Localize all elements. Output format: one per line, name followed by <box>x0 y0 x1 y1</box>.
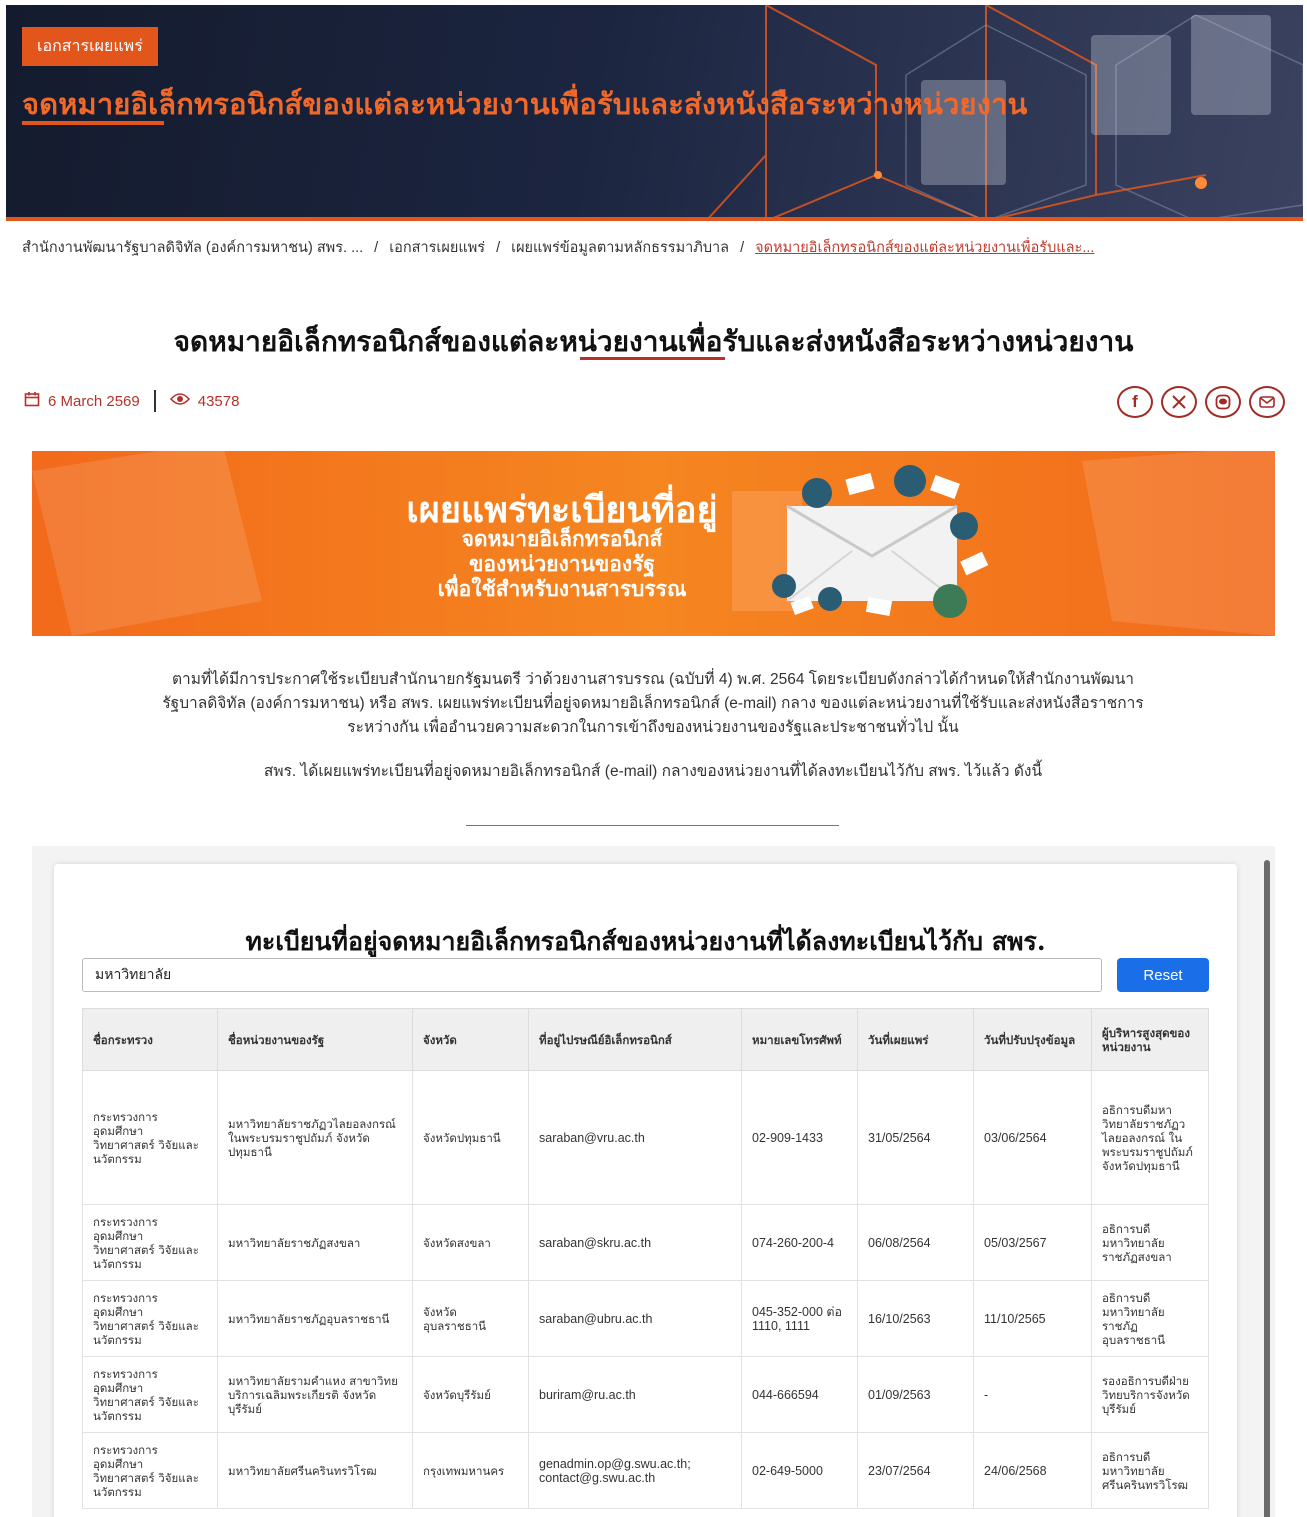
intro-line-2: รัฐบาลดิจิทัล (องค์การมหาชน) หรือ สพร. เ… <box>162 695 1144 712</box>
col-updated-date[interactable]: วันที่ปรับปรุงข้อมูล <box>973 1008 1092 1071</box>
article-meta: 6 March 2569 43578 <box>24 390 239 412</box>
cell-ministry: กระทรวงการอุดมศึกษา วิทยาศาสตร์ วิจัยและ… <box>82 1204 218 1281</box>
cell-ministry: กระทรวงการอุดมศึกษา วิทยาศาสตร์ วิจัยและ… <box>82 1280 218 1357</box>
hero-underline <box>22 121 164 125</box>
cell-publish-date: 01/09/2563 <box>857 1356 974 1433</box>
reset-button[interactable]: Reset <box>1117 958 1209 992</box>
col-executive[interactable]: ผู้บริหารสูงสุดของหน่วยงาน <box>1091 1008 1209 1071</box>
cell-phone: 02-649-5000 <box>741 1432 858 1509</box>
registry-table: ชื่อกระทรวง ชื่อหน่วยงานของรัฐ จังหวัด ท… <box>82 1008 1209 1509</box>
cell-updated-date: 05/03/2567 <box>973 1204 1092 1281</box>
cell-phone: 02-909-1433 <box>741 1070 858 1205</box>
cell-email[interactable]: buriram@ru.ac.th <box>528 1356 742 1433</box>
cell-agency: มหาวิทยาลัยราชภัฏอุบลราชธานี <box>217 1280 413 1357</box>
eye-icon <box>169 392 190 410</box>
category-tag[interactable]: เอกสารเผยแพร่ <box>22 27 158 66</box>
breadcrumb: สำนักงานพัฒนารัฐบาลดิจิทัล (องค์การมหาชน… <box>22 238 1282 258</box>
cell-phone: 044-666594 <box>741 1356 858 1433</box>
cell-executive: อธิการบดีมหาวิทยาลัยราชภัฏอุบลราชธานี <box>1091 1280 1209 1357</box>
table-row: กระทรวงการอุดมศึกษา วิทยาศาสตร์ วิจัยและ… <box>82 1432 1209 1509</box>
breadcrumb-separator: / <box>374 240 379 256</box>
cell-executive: อธิการบดีมหาวิทยาลัยราชภัฏวไลยอลงกรณ์ ใน… <box>1091 1070 1209 1205</box>
search-input[interactable] <box>82 958 1102 992</box>
cell-email[interactable]: genadmin.op@g.swu.ac.th; contact@g.swu.a… <box>528 1432 742 1509</box>
facebook-share-button[interactable]: f <box>1117 386 1153 418</box>
registry-title: ทะเบียนที่อยู่จดหมายอิเล็กทรอนิกส์ของหน่… <box>245 927 1046 956</box>
title-underline <box>580 357 725 360</box>
hero-banner: เอกสารเผยแพร่ จดหมายอิเล็กทรอนิกส์ของแต่… <box>6 5 1303 221</box>
breadcrumb-item-home[interactable]: สำนักงานพัฒนารัฐบาลดิจิทัล (องค์การมหาชน… <box>22 240 363 256</box>
intro-line-3: ระหว่างกัน เพื่ออำนวยความสะดวกในการเข้าถ… <box>347 719 959 736</box>
col-email[interactable]: ที่อยู่ไปรษณีย์อิเล็กทรอนิกส์ <box>528 1008 742 1071</box>
cell-executive: อธิการบดีมหาวิทยาลัยราชภัฏสงขลา <box>1091 1204 1209 1281</box>
cell-publish-date: 23/07/2564 <box>857 1432 974 1509</box>
col-phone[interactable]: หมายเลขโทรศัพท์ <box>741 1008 858 1071</box>
table-header-row: ชื่อกระทรวง ชื่อหน่วยงานของรัฐ จังหวัด ท… <box>82 1008 1209 1071</box>
share-buttons: f <box>1117 386 1285 418</box>
cell-ministry: กระทรวงการอุดมศึกษา วิทยาศาสตร์ วิจัยและ… <box>82 1070 218 1205</box>
promo-banner: เผยแพร่ทะเบียนที่อยู่ จดหมายอิเล็กทรอนิก… <box>32 451 1275 636</box>
line-share-button[interactable] <box>1205 386 1241 418</box>
intro-line-1: ตามที่ได้มีการประกาศใช้ระเบียบสำนักนายกร… <box>171 671 1135 688</box>
cell-updated-date: 03/06/2564 <box>973 1070 1092 1205</box>
breadcrumb-separator: / <box>496 240 501 256</box>
cell-phone: 045-352-000 ต่อ 1110, 1111 <box>741 1280 858 1357</box>
cell-province: จังหวัดปทุมธานี <box>412 1070 529 1205</box>
table-row: กระทรวงการอุดมศึกษา วิทยาศาสตร์ วิจัยและ… <box>82 1280 1209 1357</box>
breadcrumb-separator: / <box>740 240 745 256</box>
cell-agency: มหาวิทยาลัยรามคำแหง สาขาวิทยบริการเฉลิมพ… <box>217 1356 413 1433</box>
cell-executive: อธิการบดีมหาวิทยาลัยศรีนครินทรวิโรฒ <box>1091 1432 1209 1509</box>
table-row: กระทรวงการอุดมศึกษา วิทยาศาสตร์ วิจัยและ… <box>82 1356 1209 1433</box>
registry-card: ทะเบียนที่อยู่จดหมายอิเล็กทรอนิกส์ของหน่… <box>54 864 1237 1517</box>
cell-province: กรุงเทพมหานคร <box>412 1432 529 1509</box>
facebook-icon: f <box>1132 392 1138 411</box>
cell-updated-date: 11/10/2565 <box>973 1280 1092 1357</box>
cell-publish-date: 16/10/2563 <box>857 1280 974 1357</box>
col-publish-date[interactable]: วันที่เผยแพร่ <box>857 1008 974 1071</box>
cell-province: จังหวัดสงขลา <box>412 1204 529 1281</box>
table-row: กระทรวงการอุดมศึกษา วิทยาศาสตร์ วิจัยและ… <box>82 1204 1209 1281</box>
email-icon <box>1259 396 1275 408</box>
cell-publish-date: 06/08/2564 <box>857 1204 974 1281</box>
cell-email[interactable]: saraban@skru.ac.th <box>528 1204 742 1281</box>
cell-executive: รองอธิการบดีฝ่ายวิทยบริการจังหวัดบุรีรัม… <box>1091 1356 1209 1433</box>
hero-title: จดหมายอิเล็กทรอนิกส์ของแต่ละหน่วยงานเพื่… <box>22 89 1028 121</box>
registry-embed[interactable]: ทะเบียนที่อยู่จดหมายอิเล็กทรอนิกส์ของหน่… <box>32 846 1275 1517</box>
breadcrumb-item-current[interactable]: จดหมายอิเล็กทรอนิกส์ของแต่ละหน่วยงานเพื่… <box>755 240 1094 256</box>
publish-date: 6 March 2569 <box>48 392 140 410</box>
breadcrumb-item-publications[interactable]: เอกสารเผยแพร่ <box>389 240 485 256</box>
cell-province: จังหวัดบุรีรัมย์ <box>412 1356 529 1433</box>
col-ministry[interactable]: ชื่อกระทรวง <box>82 1008 218 1071</box>
email-share-button[interactable] <box>1249 386 1285 418</box>
x-share-button[interactable] <box>1161 386 1197 418</box>
col-province[interactable]: จังหวัด <box>412 1008 529 1071</box>
line-icon <box>1215 394 1231 410</box>
table-row: กระทรวงการอุดมศึกษา วิทยาศาสตร์ วิจัยและ… <box>82 1070 1209 1205</box>
cell-email[interactable]: saraban@ubru.ac.th <box>528 1280 742 1357</box>
cell-updated-date: - <box>973 1356 1092 1433</box>
breadcrumb-item-governance[interactable]: เผยแพร่ข้อมูลตามหลักธรรมาภิบาล <box>511 240 729 256</box>
cell-agency: มหาวิทยาลัยศรีนครินทรวิโรฒ <box>217 1432 413 1509</box>
cell-province: จังหวัดอุบลราชธานี <box>412 1280 529 1357</box>
calendar-icon <box>24 391 40 411</box>
cell-agency: มหาวิทยาลัยราชภัฏวไลยอลงกรณ์ ในพระบรมราช… <box>217 1070 413 1205</box>
cell-agency: มหาวิทยาลัยราชภัฏสงขลา <box>217 1204 413 1281</box>
cell-ministry: กระทรวงการอุดมศึกษา วิทยาศาสตร์ วิจัยและ… <box>82 1432 218 1509</box>
section-divider <box>466 825 839 826</box>
cell-phone: 074-260-200-4 <box>741 1204 858 1281</box>
col-agency[interactable]: ชื่อหน่วยงานของรัฐ <box>217 1008 413 1071</box>
cell-ministry: กระทรวงการอุดมศึกษา วิทยาศาสตร์ วิจัยและ… <box>82 1356 218 1433</box>
banner-line-3: เพื่อใช้สำหรับงานสารบรรณ <box>437 578 687 601</box>
x-icon <box>1172 395 1186 409</box>
embed-scrollbar-thumb[interactable] <box>1264 860 1270 1517</box>
meta-divider <box>153 390 156 412</box>
view-count: 43578 <box>197 392 240 410</box>
cell-publish-date: 31/05/2564 <box>857 1070 974 1205</box>
registry-intro: สพร. ได้เผยแพร่ทะเบียนที่อยู่จดหมายอิเล็… <box>263 763 1043 780</box>
cell-email[interactable]: saraban@vru.ac.th <box>528 1070 742 1205</box>
cell-updated-date: 24/06/2568 <box>973 1432 1092 1509</box>
intro-paragraph: ตามที่ได้มีการประกาศใช้ระเบียบสำนักนายกร… <box>28 668 1278 740</box>
